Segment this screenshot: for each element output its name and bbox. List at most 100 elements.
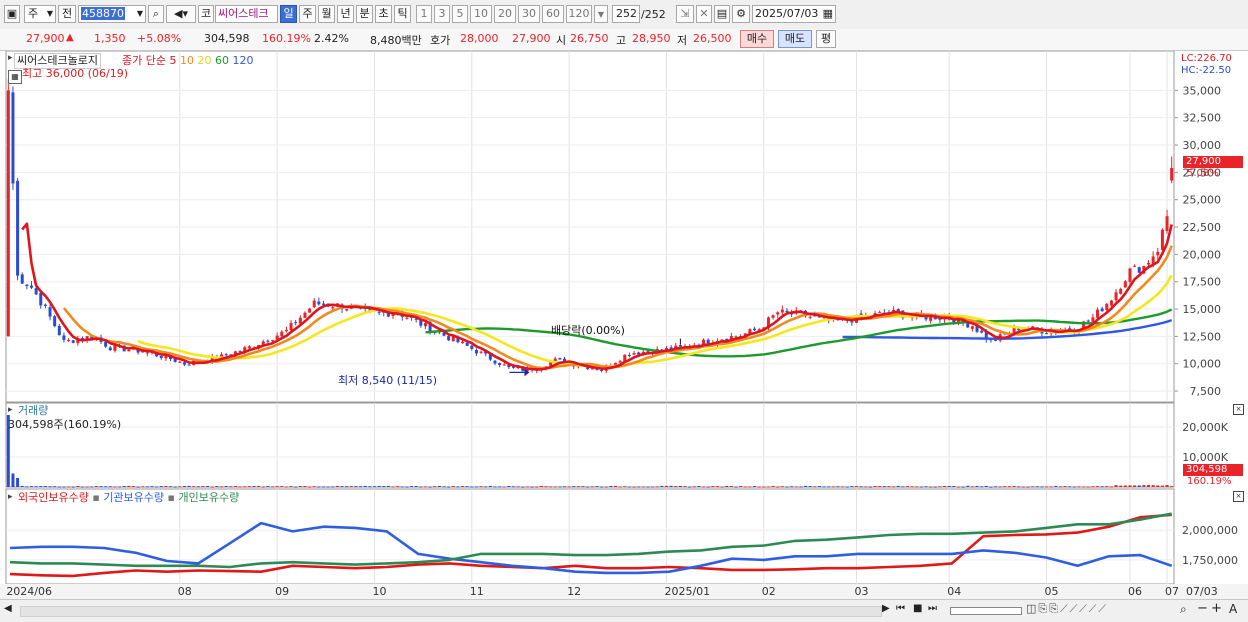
period-week[interactable]: 주	[299, 5, 316, 23]
zoom-icon[interactable]: ⌕	[1180, 602, 1187, 617]
save-icon[interactable]: ▤	[714, 5, 730, 23]
buy-button[interactable]: 매수	[740, 30, 774, 48]
volume-bar	[748, 486, 752, 488]
volume-bar	[396, 486, 400, 488]
period-day[interactable]: 일	[280, 5, 297, 23]
interval-1[interactable]: 1	[416, 5, 432, 23]
volume-bar	[1091, 486, 1095, 488]
period-second[interactable]: 초	[375, 5, 392, 23]
eval-button[interactable]: 평	[816, 30, 836, 48]
volume-bar	[984, 485, 988, 487]
volume-bar	[169, 486, 173, 488]
speaker-icon[interactable]: ◀▾	[166, 5, 196, 23]
candle	[29, 285, 33, 288]
volume-bar	[924, 486, 928, 488]
close-icon[interactable]: ×	[1233, 491, 1244, 502]
candle	[224, 354, 228, 356]
crosshair-icon[interactable]: ✕	[696, 5, 712, 23]
volume-bar	[507, 485, 511, 487]
close-icon[interactable]: ×	[1233, 404, 1244, 415]
volume-bar	[29, 486, 33, 488]
volume-bar	[266, 486, 270, 488]
rewind-icon[interactable]: ⏮	[896, 603, 905, 614]
collapse-icon[interactable]: ▸	[8, 53, 13, 63]
volume-bar	[11, 473, 15, 487]
volume-bar	[697, 486, 701, 488]
volume-bar	[159, 486, 163, 488]
scroll-icon[interactable]: ⇲	[676, 5, 694, 23]
interval-30[interactable]: 30	[518, 5, 540, 23]
drawing-tools-icon[interactable]: ◫⎘⎘⟋⟋⟋⟋⟋	[1026, 602, 1108, 616]
zoom-in-icon[interactable]: +	[1211, 601, 1222, 616]
sell-button[interactable]: 매도	[778, 30, 812, 48]
search-icon[interactable]: ⌕	[148, 5, 164, 23]
volume-bar	[929, 486, 933, 488]
stock-name-field[interactable]: 씨어스테크	[215, 5, 278, 23]
chart-scrollbar[interactable]	[20, 606, 882, 617]
y-tick-label: 15,000	[1183, 303, 1222, 316]
price-change: 1,350	[94, 32, 126, 45]
candle	[159, 356, 163, 358]
y-tick-label: 32,500	[1183, 112, 1222, 125]
volume-bar	[155, 486, 159, 488]
period-year[interactable]: 년	[337, 5, 354, 23]
auto-scale-icon[interactable]: A	[1229, 602, 1237, 616]
calendar-icon[interactable]: ▦	[8, 70, 22, 84]
count-input[interactable]: 252	[612, 5, 640, 23]
forward-icon[interactable]: ⏭	[928, 603, 937, 614]
period-tick[interactable]: 틱	[394, 5, 411, 23]
volume-bar	[1012, 485, 1016, 487]
volume-bar	[261, 486, 265, 488]
stock-code-input[interactable]: 458870 ▼	[78, 5, 146, 23]
candle	[474, 350, 478, 354]
volume-bar	[493, 486, 497, 488]
play-icon[interactable]: ▶	[882, 603, 890, 614]
volume-bar	[683, 486, 687, 488]
volume-bar	[224, 486, 228, 488]
interval-3[interactable]: 3	[434, 5, 450, 23]
candle	[182, 362, 186, 365]
chevron-down-icon[interactable]: ▼	[594, 5, 608, 23]
volume-bar	[1072, 486, 1076, 488]
interval-5[interactable]: 5	[452, 5, 468, 23]
prev-button[interactable]: 전	[58, 5, 76, 23]
code-type-button[interactable]: 코	[198, 5, 214, 23]
stop-icon[interactable]: ■	[913, 603, 922, 614]
volume-bar	[771, 485, 775, 487]
candle	[1119, 288, 1123, 294]
period-month[interactable]: 월	[318, 5, 335, 23]
layout-icon[interactable]: ▣	[4, 5, 20, 23]
y-tick-label: 10,000	[1183, 358, 1222, 371]
collapse-icon[interactable]: ▸	[8, 405, 13, 415]
volume-bar	[813, 486, 817, 488]
scroll-left-icon[interactable]: ◀	[4, 603, 12, 614]
chart-footer: ◀ ▶ ⏮ ■ ⏭ ◫⎘⎘⟋⟋⟋⟋⟋ ⌕ − + A	[0, 599, 1248, 622]
volume-bar	[627, 486, 631, 488]
ma-legend-prefix: 종가 단순	[122, 54, 166, 67]
market-select[interactable]: 주 ▼	[24, 5, 56, 23]
zoom-slider[interactable]	[950, 607, 1022, 615]
ask-label: 호가	[430, 34, 451, 47]
volume-bar	[220, 486, 224, 488]
candle	[1105, 303, 1109, 310]
open-label: 시	[556, 34, 567, 47]
candle	[771, 315, 775, 318]
chevron-down-icon: ▼	[136, 9, 143, 18]
volume-bar	[817, 486, 821, 488]
interval-10[interactable]: 10	[470, 5, 492, 23]
collapse-icon[interactable]: ▸	[8, 492, 13, 502]
volume-bar	[271, 486, 275, 488]
volume-bar	[734, 486, 738, 488]
volume-bar	[456, 486, 460, 488]
zoom-out-icon[interactable]: −	[1197, 601, 1208, 616]
gear-icon[interactable]: ⚙	[732, 5, 750, 23]
candle	[1147, 262, 1151, 265]
interval-120[interactable]: 120	[566, 5, 592, 23]
candle	[331, 307, 335, 309]
volume-bar	[382, 486, 386, 488]
period-minute[interactable]: 분	[356, 5, 373, 23]
interval-20[interactable]: 20	[494, 5, 516, 23]
interval-60[interactable]: 60	[542, 5, 564, 23]
volume-bar	[864, 486, 868, 488]
date-input[interactable]: 2025/07/03 ▦	[752, 5, 836, 23]
